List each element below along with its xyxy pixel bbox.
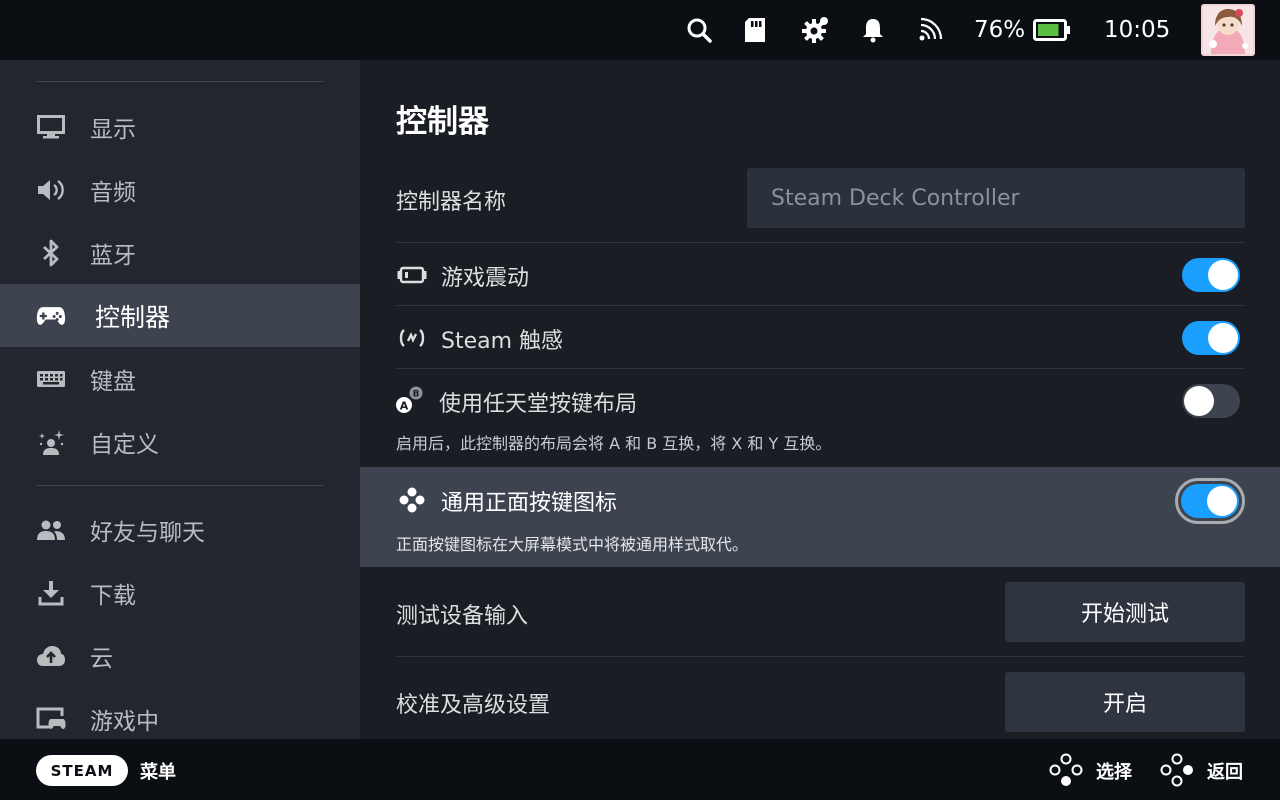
sidebar-item-label: 控制器 — [95, 302, 171, 332]
keyboard-icon — [36, 364, 66, 394]
sidebar-item-label: 下载 — [90, 582, 136, 609]
svg-text:B: B — [413, 390, 420, 400]
steam-button[interactable]: STEAM — [36, 755, 128, 786]
face-buttons-icon — [396, 485, 428, 515]
gamepad-icon — [36, 301, 66, 331]
controller-name-field[interactable]: Steam Deck Controller — [747, 168, 1245, 228]
user-avatar[interactable] — [1201, 4, 1255, 56]
controller-name-label: 控制器名称 — [396, 190, 507, 215]
toggle-knob — [1208, 260, 1238, 290]
download-icon — [36, 578, 66, 608]
game-rumble-label: 游戏震动 — [441, 266, 530, 291]
sidebar-item-display[interactable]: 显示 — [0, 95, 360, 158]
nintendo-layout-description: 启用后，此控制器的布局会将 A 和 B 互换，将 X 和 Y 互换。 — [396, 434, 832, 453]
bluetooth-icon — [36, 238, 66, 268]
toggle-knob — [1208, 323, 1238, 353]
search-icon[interactable] — [682, 12, 716, 48]
generic-glyphs-description: 正面按键图标在大屏幕模式中将被通用样式取代。 — [396, 535, 749, 554]
sparkle-person-icon — [36, 427, 66, 457]
menu-hint-label: 菜单 — [140, 762, 176, 783]
clock: 10:05 — [1104, 17, 1171, 43]
game-rumble-toggle[interactable] — [1182, 258, 1240, 292]
sidebar-item-customization[interactable]: 自定义 — [0, 410, 360, 473]
sidebar-item-controller[interactable]: 控制器 — [0, 284, 360, 347]
battery-percent: 76% — [974, 17, 1026, 43]
rumble-icon — [396, 260, 428, 290]
sidebar-item-friends-chat[interactable]: 好友与聊天 — [0, 498, 360, 561]
sidebar-item-label: 好友与聊天 — [90, 519, 205, 546]
row-divider — [396, 368, 1245, 369]
open-calibration-button[interactable]: 开启 — [1005, 672, 1245, 732]
page-title: 控制器 — [396, 104, 489, 140]
nintendo-layout-toggle[interactable] — [1182, 384, 1240, 418]
generic-glyphs-toggle[interactable] — [1181, 484, 1239, 518]
calibration-label: 校准及高级设置 — [396, 693, 551, 718]
friends-icon — [36, 515, 66, 545]
sidebar-item-label: 蓝牙 — [90, 242, 136, 269]
toggle-knob — [1207, 486, 1237, 516]
start-test-button[interactable]: 开始测试 — [1005, 582, 1245, 642]
sd-card-icon[interactable] — [738, 12, 772, 48]
sidebar-item-cloud[interactable]: 云 — [0, 624, 360, 687]
sidebar-divider — [36, 485, 324, 486]
cloud-icon — [36, 641, 66, 671]
row-divider — [396, 305, 1245, 306]
bottom-hint-bar: STEAM 菜单 选择 返回 — [0, 739, 1280, 800]
row-divider — [396, 656, 1245, 657]
a-button-hint-icon — [1048, 753, 1084, 787]
sidebar-item-label: 自定义 — [90, 431, 159, 458]
wifi-icon[interactable] — [913, 12, 947, 48]
b-button-hint-icon — [1159, 753, 1195, 787]
nintendo-layout-label: 使用任天堂按键布局 — [439, 392, 638, 417]
haptics-icon — [396, 323, 428, 353]
sidebar-item-label: 键盘 — [90, 368, 136, 395]
sidebar-item-label: 显示 — [90, 116, 136, 143]
ab-swap-icon: AB — [394, 385, 426, 415]
test-input-label: 测试设备输入 — [396, 604, 529, 629]
toggle-knob — [1184, 386, 1214, 416]
row-divider — [396, 242, 1245, 243]
speaker-icon — [36, 175, 66, 205]
sidebar-divider — [36, 81, 324, 82]
sidebar-item-label: 音频 — [90, 179, 136, 206]
svg-text:A: A — [400, 400, 409, 413]
controller-settings-panel: 控制器 控制器名称 Steam Deck Controller 游戏震动 Ste… — [360, 60, 1280, 739]
status-bar: 76% 10:05 — [0, 0, 1280, 60]
generic-glyphs-label: 通用正面按键图标 — [441, 491, 618, 516]
select-hint-label: 选择 — [1096, 762, 1132, 783]
steam-haptics-label: Steam 触感 — [441, 329, 564, 354]
monitor-icon — [36, 112, 66, 142]
notification-bell-icon[interactable] — [856, 12, 890, 48]
settings-sidebar: 显示 音频 蓝牙 控制器 键盘 自定义 好友与聊天 下载 云 游戏中 — [0, 60, 360, 739]
sidebar-item-audio[interactable]: 音频 — [0, 158, 360, 221]
battery-icon — [1033, 19, 1071, 41]
settings-gear-icon[interactable] — [798, 12, 832, 48]
sidebar-item-keyboard[interactable]: 键盘 — [0, 347, 360, 410]
sidebar-item-label: 游戏中 — [90, 708, 159, 735]
back-hint-label: 返回 — [1207, 762, 1243, 783]
in-game-icon — [36, 704, 66, 734]
sidebar-item-downloads[interactable]: 下载 — [0, 561, 360, 624]
steam-haptics-toggle[interactable] — [1182, 321, 1240, 355]
sidebar-item-bluetooth[interactable]: 蓝牙 — [0, 221, 360, 284]
sidebar-item-label: 云 — [90, 645, 113, 672]
